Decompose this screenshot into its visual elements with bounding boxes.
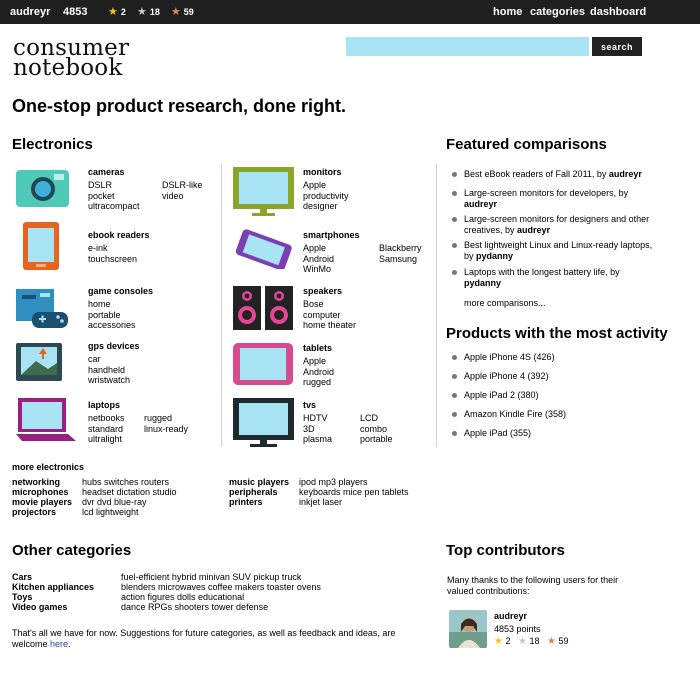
subcategory-link[interactable]: Samsung [379,254,422,265]
subcategory-link[interactable]: ultralight [88,434,125,445]
tv-icon [233,398,294,447]
subcategory-link[interactable]: e-ink [88,243,137,254]
tablet-icon [233,343,293,385]
nav-dashboard[interactable]: dashboard [590,6,646,18]
laptop-icon [16,398,76,441]
subcategory-link[interactable]: wristwatch [88,375,130,386]
subcategory-link[interactable]: linux-ready [144,424,188,435]
subcategory-link[interactable]: pocket [88,191,140,202]
subcategory-link[interactable]: home [88,299,136,310]
list-item[interactable]: Large-screen monitors for developers, by… [452,188,657,209]
electronics-heading: Electronics [12,136,93,153]
contributor-points: 4853 points [494,624,541,634]
subcategory-link[interactable]: ultracompact [88,201,140,212]
subcategory-link[interactable]: car [88,354,130,365]
list-item[interactable]: Laptops with the longest battery life, b… [452,267,657,288]
subcategory-link[interactable]: HDTV [303,413,332,424]
user-badges: ★ 2 ★ 18 ★ 59 [108,6,194,18]
subcategory-link[interactable]: portable [88,310,136,321]
most-activity-heading: Products with the most activity [446,325,668,342]
list-item[interactable]: Amazon Kindle Fire (358) [452,409,657,420]
page-headline: One-stop product research, done right. [12,96,347,116]
subcategory-link[interactable]: DSLR [88,180,140,191]
list-item[interactable]: Best eBook readers of Fall 2011, by audr… [452,169,657,180]
search-button[interactable]: search [592,37,642,56]
other-categories-heading: Other categories [12,542,132,559]
subcategory-link[interactable]: WinMo [303,264,334,275]
avatar[interactable] [449,610,487,648]
subcategory-link[interactable]: computer [303,310,356,321]
subcategory-link[interactable]: DSLR-like [162,180,203,191]
user-points: 4853 [63,6,88,18]
subcategory-link[interactable]: rugged [144,413,188,424]
subcategory-link[interactable]: plasma [303,434,332,445]
subcategory-link[interactable]: netbooks [88,413,125,424]
gps-icon [16,343,62,381]
subcategory-link[interactable]: Bose [303,299,356,310]
top-bar: audreyr 4853 ★ 2 ★ 18 ★ 59 home categories … [0,0,700,24]
nav-categories[interactable]: categories [530,6,585,18]
avatar-photo-icon [449,610,487,648]
more-electronics-heading: more electronics [12,462,85,472]
ebook-reader-icon [23,222,59,270]
subcategory-link[interactable]: video [162,191,203,202]
subcategory-link[interactable]: Apple [303,180,349,191]
monitor-icon [233,167,294,216]
column-divider [221,164,222,447]
top-contributors-heading: Top contributors [446,542,565,559]
smartphone-icon [235,229,292,269]
subcategory-link[interactable]: home theater [303,320,356,331]
camera-icon [16,170,69,207]
subcategory-link[interactable]: touchscreen [88,254,137,265]
subcategory-link[interactable]: LCD [360,413,393,424]
feedback-note: That's all we have for now. Suggestions … [12,628,396,649]
search-input[interactable] [346,37,589,56]
bronze-star-icon: ★ [170,6,181,18]
contributors-intro: Many thanks to the following users for t… [447,575,619,596]
bronze-star-icon: ★ [547,636,556,647]
more-comparisons-link[interactable]: more comparisons... [464,298,546,308]
subcategory-link[interactable]: Apple [303,356,334,367]
subcategory-link[interactable]: standard [88,424,125,435]
subcategory-link[interactable]: 3D [303,424,332,435]
featured-comparisons-heading: Featured comparisons [446,136,607,153]
list-item[interactable]: Best lightweight Linux and Linux-ready l… [452,240,657,261]
subcategory-link[interactable]: Android [303,367,334,378]
list-item[interactable]: Apple iPhone 4S (426) [452,352,657,363]
feedback-link[interactable]: here [50,639,68,649]
subcategory-link[interactable]: Apple [303,243,334,254]
list-item[interactable]: Apple iPad (355) [452,428,657,439]
username-link[interactable]: audreyr [10,6,50,18]
gold-star-icon: ★ [494,636,503,647]
list-item[interactable]: Apple iPad 2 (380) [452,390,657,401]
contributor-name[interactable]: audreyr [494,611,527,621]
subcategory-link[interactable]: rugged [303,377,334,388]
silver-star-icon: ★ [518,636,527,647]
subcategory-link[interactable]: designer [303,201,349,212]
list-item[interactable]: Large-screen monitors for designers and … [452,214,657,235]
speakers-icon [233,286,293,330]
site-logo[interactable]: consumer notebook [13,37,129,80]
subcategory-link[interactable]: portable [360,434,393,445]
contributor-badges: ★ 2 ★ 18 ★ 59 [494,636,569,647]
subcategory-link[interactable]: combo [360,424,393,435]
silver-star-icon: ★ [136,6,147,18]
column-divider [436,164,437,447]
subcategory-link[interactable]: accessories [88,320,136,331]
subcategory-link[interactable]: Blackberry [379,243,422,254]
subcategory-link[interactable]: Android [303,254,334,265]
nav-home[interactable]: home [493,6,522,18]
subcategory-link[interactable]: handheld [88,365,130,376]
list-item[interactable]: Apple iPhone 4 (392) [452,371,657,382]
game-console-icon [16,289,68,328]
subcategory-link[interactable]: productivity [303,191,349,202]
gold-star-icon: ★ [108,6,118,18]
